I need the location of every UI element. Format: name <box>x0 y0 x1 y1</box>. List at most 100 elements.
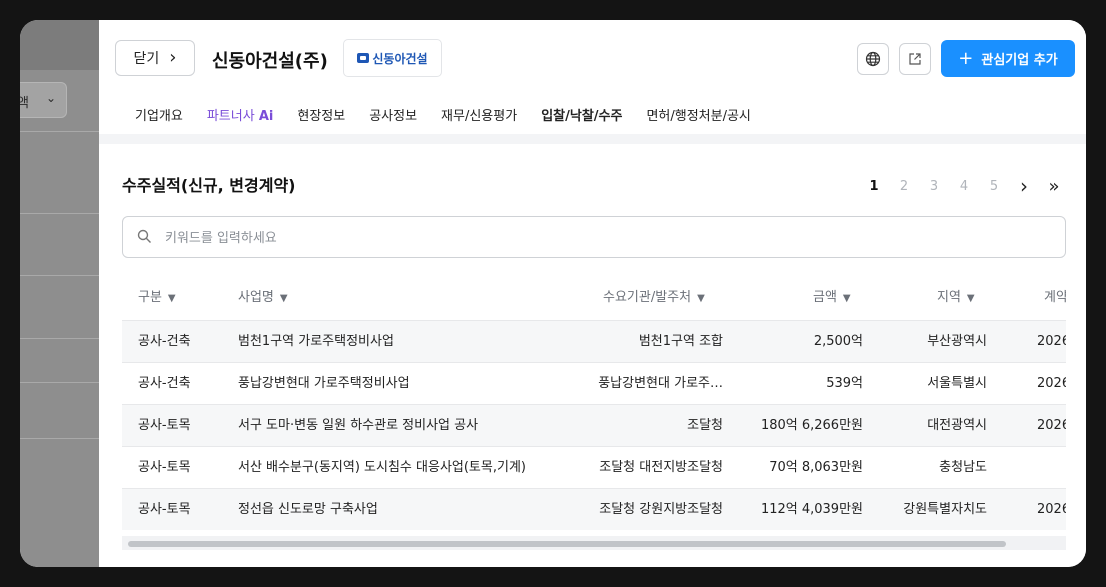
page-4[interactable]: 4 <box>949 179 979 194</box>
chevron-down-icon: ▼ <box>167 293 176 304</box>
section-separator <box>99 134 1086 144</box>
ai-badge: Ai <box>258 109 274 124</box>
tab-license-disclosure[interactable]: 면허/행정처분/공시 <box>634 102 762 134</box>
cell-category: 공사-건축 <box>138 376 191 391</box>
tab-label: 공사정보 <box>369 109 418 124</box>
tab-construction-info[interactable]: 공사정보 <box>357 102 429 134</box>
tab-site-info[interactable]: 현장정보 <box>285 102 357 134</box>
cell-amount: 112억 4,039만원 <box>760 502 863 517</box>
globe-icon <box>865 51 881 67</box>
cell-region: 대전광역시 <box>927 418 987 433</box>
panel-header: 닫기 › 신동아건설(주) 신동아건설 + 관심기업 추가 기업개요 파트너사 … <box>99 20 1086 144</box>
cell-project: 정선읍 신도로망 구축사업 <box>238 502 378 517</box>
cell-region: 충청남도 <box>939 460 987 475</box>
column-label: 구분 <box>138 290 162 305</box>
cell-region: 서울특별시 <box>927 376 987 391</box>
table-row[interactable]: 공사-건축 풍납강변현대 가로주택정비사업 풍납강변현대 가로주… 539억 서… <box>122 362 1066 404</box>
open-external-button[interactable] <box>899 43 931 75</box>
background-select-label: 액 <box>20 96 29 111</box>
scrollbar-thumb[interactable] <box>128 541 1006 547</box>
cell-client: 조달청 대전지방조달청 <box>599 460 723 475</box>
column-header-region[interactable]: 지역 ▼ <box>937 276 975 320</box>
website-button[interactable] <box>857 43 889 75</box>
cell-category: 공사-토목 <box>138 418 191 433</box>
cell-region: 부산광역시 <box>927 334 987 349</box>
add-favorite-label: 관심기업 추가 <box>981 53 1058 68</box>
add-favorite-company-button[interactable]: + 관심기업 추가 <box>941 40 1075 77</box>
cell-contract: 2026 <box>1037 376 1066 391</box>
pagination: 1 2 3 4 5 › » <box>859 174 1069 198</box>
device-frame: 액 ⌄ 닫기 › 신동아건설(주) 신동아건설 + 관심기업 추가 기업개요 파… <box>0 0 1106 587</box>
cell-amount: 70억 8,063만원 <box>769 460 863 475</box>
company-name: 신동아건설(주) <box>212 51 328 72</box>
close-button[interactable]: 닫기 › <box>115 40 195 76</box>
cell-project: 서산 배수분구(동지역) 도시침수 대응사업(토목,기계) <box>238 460 526 475</box>
tab-company-overview[interactable]: 기업개요 <box>123 102 195 134</box>
chevron-down-icon: ▼ <box>697 293 705 304</box>
page-1[interactable]: 1 <box>859 179 889 194</box>
cell-project: 서구 도마·변동 일원 하수관로 정비사업 공사 <box>238 418 479 433</box>
cell-client: 조달청 <box>687 418 723 433</box>
company-logo: 신동아건설 <box>343 39 442 77</box>
divider <box>20 382 100 383</box>
last-page-icon[interactable]: » <box>1039 176 1069 197</box>
table-row[interactable]: 공사-토목 정선읍 신도로망 구축사업 조달청 강원지방조달청 112억 4,0… <box>122 488 1066 530</box>
divider <box>20 131 100 132</box>
section-title: 수주실적(신규, 변경계약) <box>122 176 296 195</box>
cell-category: 공사-토목 <box>138 502 191 517</box>
tab-finance-credit[interactable]: 재무/신용평가 <box>429 102 529 134</box>
external-link-icon <box>909 53 921 65</box>
column-label: 계약 <box>1044 290 1066 305</box>
cell-client: 조달청 강원지방조달청 <box>599 502 723 517</box>
column-header-client[interactable]: 수요기관/발주처 ▼ <box>603 276 705 320</box>
table-header: 구분 ▼ 사업명 ▼ 수요기관/발주처 ▼ 금액 ▼ 지역 ▼ 계약 <box>122 276 1066 320</box>
tab-bid-award-order[interactable]: 입찰/낙찰/수주 <box>529 102 635 136</box>
logo-mark-icon <box>357 53 370 63</box>
tab-label: 현장정보 <box>297 109 346 124</box>
column-label: 사업명 <box>238 290 274 305</box>
divider <box>20 275 100 276</box>
cell-contract: 2026 <box>1037 334 1066 349</box>
tab-bar: 기업개요 파트너사 Ai 현장정보 공사정보 재무/신용평가 입찰/낙찰/수주 … <box>123 102 763 136</box>
tab-label: 파트너사 <box>206 109 255 124</box>
cell-category: 공사-토목 <box>138 460 191 475</box>
column-label: 금액 <box>813 290 837 305</box>
page-3[interactable]: 3 <box>919 179 949 194</box>
cell-contract: 2026 <box>1037 418 1066 433</box>
divider <box>20 338 100 339</box>
chevron-down-icon: ▼ <box>279 293 288 304</box>
column-header-project[interactable]: 사업명 ▼ <box>238 276 288 320</box>
column-label: 수요기관/발주처 <box>603 290 692 305</box>
background-topbar <box>20 20 100 70</box>
page-5[interactable]: 5 <box>979 179 1009 194</box>
close-label: 닫기 <box>133 51 160 67</box>
chevron-down-icon: ▼ <box>966 293 975 304</box>
cell-category: 공사-건축 <box>138 334 191 349</box>
tab-partners-ai[interactable]: 파트너사 Ai <box>195 102 286 134</box>
order-record-table: 구분 ▼ 사업명 ▼ 수요기관/발주처 ▼ 금액 ▼ 지역 ▼ 계약 공사-건축 범천1구… <box>122 276 1066 550</box>
horizontal-scrollbar[interactable] <box>122 536 1066 550</box>
background-select[interactable]: 액 ⌄ <box>20 82 67 118</box>
cell-client: 풍납강변현대 가로주… <box>598 376 723 391</box>
chevron-right-icon: › <box>169 47 177 68</box>
table-row[interactable]: 공사-건축 범천1구역 가로주택정비사업 범천1구역 조합 2,500억 부산광… <box>122 320 1066 362</box>
table-row[interactable]: 공사-토목 서산 배수분구(동지역) 도시침수 대응사업(토목,기계) 조달청 … <box>122 446 1066 488</box>
cell-amount: 180억 6,266만원 <box>760 418 863 433</box>
keyword-search <box>122 216 1066 258</box>
tab-label: 재무/신용평가 <box>441 109 518 124</box>
table-row[interactable]: 공사-토목 서구 도마·변동 일원 하수관로 정비사업 공사 조달청 180억 … <box>122 404 1066 446</box>
cell-contract: 2026 <box>1037 502 1066 517</box>
column-header-category[interactable]: 구분 ▼ <box>138 276 176 320</box>
column-header-amount[interactable]: 금액 ▼ <box>813 276 851 320</box>
page-2[interactable]: 2 <box>889 179 919 194</box>
background-page: 액 ⌄ <box>20 20 100 567</box>
tab-label: 기업개요 <box>135 109 183 124</box>
search-input[interactable] <box>163 227 1047 249</box>
cell-amount: 2,500억 <box>813 334 863 349</box>
cell-project: 풍납강변현대 가로주택정비사업 <box>238 376 410 391</box>
next-page-icon[interactable]: › <box>1009 174 1039 198</box>
tab-label: 면허/행정처분/공시 <box>646 109 751 124</box>
column-header-contract[interactable]: 계약 <box>1044 276 1066 320</box>
search-icon <box>137 229 151 243</box>
screen: 액 ⌄ 닫기 › 신동아건설(주) 신동아건설 + 관심기업 추가 기업개요 파… <box>20 20 1086 567</box>
